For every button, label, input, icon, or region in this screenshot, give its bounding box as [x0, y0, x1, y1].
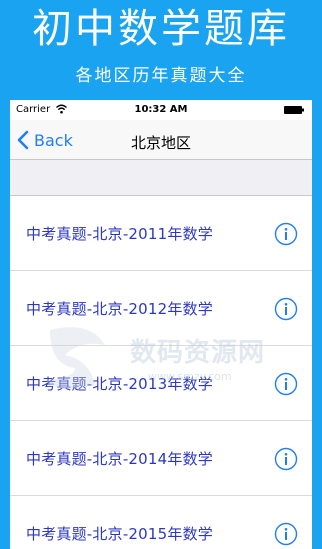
exam-list: 中考真题-北京-2011年数学 中考真题-北京-2012年数学 中考真题-北京-… — [10, 196, 312, 549]
promo-title: 初中数学题库 — [32, 6, 290, 52]
info-icon[interactable] — [274, 447, 298, 471]
battery-icon — [284, 106, 304, 114]
info-icon[interactable] — [274, 522, 298, 546]
list-item-label: 中考真题-北京-2012年数学 — [26, 299, 213, 318]
promo-subtitle: 各地区历年真题大全 — [75, 66, 247, 86]
list-item-label: 中考真题-北京-2014年数学 — [26, 449, 213, 468]
list-item[interactable]: 中考真题-北京-2011年数学 — [10, 196, 312, 271]
navigation-bar: Back 北京地区 — [10, 120, 312, 160]
list-item-label: 中考真题-北京-2013年数学 — [26, 374, 213, 393]
list-item[interactable]: 中考真题-北京-2015年数学 — [10, 496, 312, 549]
info-icon[interactable] — [274, 297, 298, 321]
list-item[interactable]: 中考真题-北京-2013年数学 — [10, 346, 312, 421]
phone-screen: Carrier 10:32 AM Back 北京地区 中考真题-北京-2011年… — [10, 100, 312, 549]
list-item[interactable]: 中考真题-北京-2014年数学 — [10, 421, 312, 496]
status-bar: Carrier 10:32 AM — [10, 100, 312, 120]
info-icon[interactable] — [274, 222, 298, 246]
list-item-label: 中考真题-北京-2011年数学 — [26, 224, 213, 243]
list-item-label: 中考真题-北京-2015年数学 — [26, 524, 213, 543]
info-icon[interactable] — [274, 372, 298, 396]
nav-title: 北京地区 — [130, 134, 191, 152]
status-time: 10:32 AM — [134, 104, 188, 115]
list-item[interactable]: 中考真题-北京-2012年数学 — [10, 271, 312, 346]
section-header — [10, 160, 312, 196]
